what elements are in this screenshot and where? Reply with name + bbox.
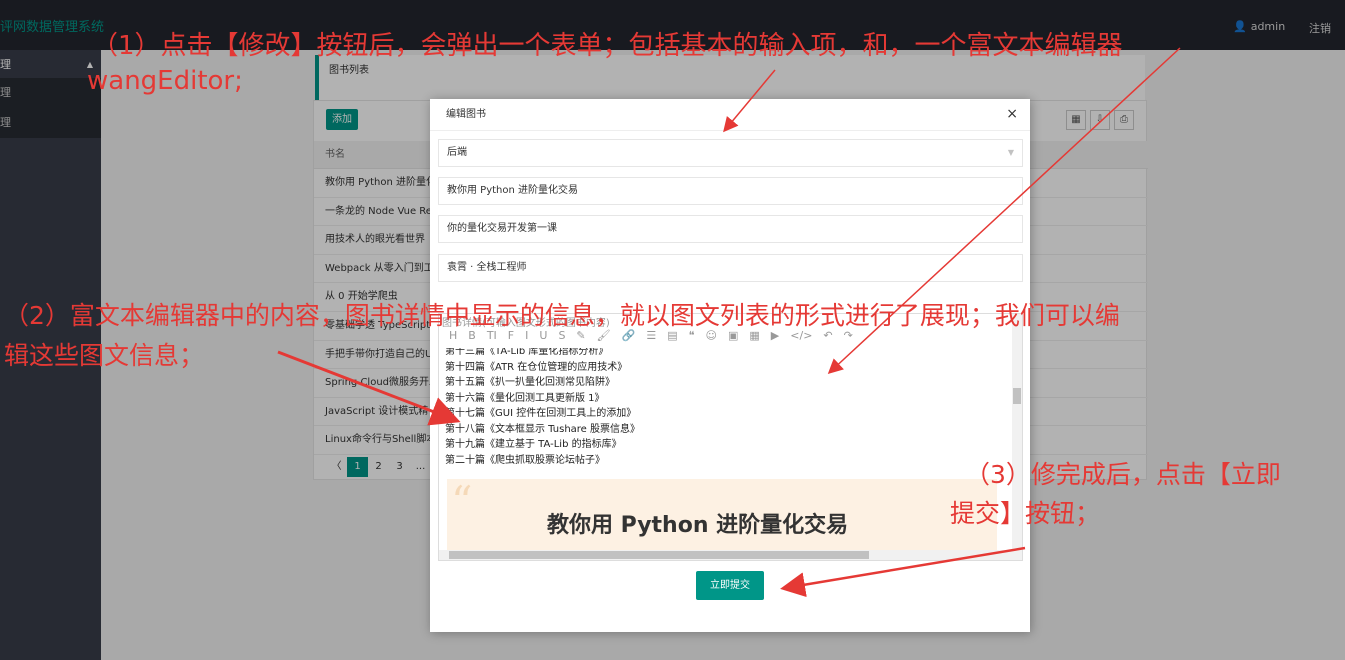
annotation-2-cont: 辑这些图文信息；: [4, 341, 205, 370]
scroll-thumb[interactable]: [449, 551, 869, 559]
banner-title: 教你用 Python 进阶量化交易: [547, 513, 849, 538]
rich-text-editor[interactable]: 图书详情(可输入图文形式的图书内容) H B TI F I U S ✎ 🖌 🔗 …: [438, 313, 1023, 561]
book-name-input[interactable]: 教你用 Python 进阶量化交易: [438, 177, 1023, 205]
subtitle-input[interactable]: 你的量化交易开发第一课: [438, 215, 1023, 243]
editor-line: 第十三篇《TA-Lib 库量化指标分析》: [445, 348, 609, 357]
close-icon[interactable]: ×: [1006, 107, 1018, 121]
category-value: 后端: [447, 147, 467, 158]
editor-line: 第十七篇《GUI 控件在回测工具上的添加》: [445, 408, 637, 419]
modal-title: 编辑图书: [430, 99, 1030, 131]
category-select[interactable]: 后端 ▼: [438, 139, 1023, 167]
annotation-3: （3）修完成后，点击【立即: [965, 460, 1281, 489]
editor-image-banner: “ 教你用 Python 进阶量化交易: [447, 477, 997, 558]
editor-line: 第十四篇《ATR 在仓位管理的应用技术》: [445, 361, 628, 373]
annotation-1-cont: wangEditor;: [87, 66, 243, 96]
editor-line: 第十九篇《建立基于 TA-Lib 的指标库》: [445, 439, 622, 450]
editor-content[interactable]: 第十三篇《TA-Lib 库量化指标分析》 第十四篇《ATR 在仓位管理的应用技术…: [439, 348, 1014, 558]
annotation-2: （2）富文本编辑器中的内容，图书详情中显示的信息，就以图文列表的形式进行了展现；…: [4, 301, 1120, 330]
chevron-down-icon: ▼: [1007, 148, 1014, 157]
annotation-3-cont: 提交】按钮；: [950, 499, 1101, 528]
annotation-1: （1）点击【修改】按钮后，会弹出一个表单；包括基本的输入项，和，一个富文本编辑器: [92, 31, 1123, 61]
quote-mark-icon: “: [451, 477, 473, 526]
author-input[interactable]: 袁霄 · 全栈工程师: [438, 254, 1023, 282]
editor-line: 第二十篇《爬虫抓取股票论坛帖子》: [445, 454, 605, 466]
submit-button[interactable]: 立即提交: [696, 571, 764, 600]
editor-line: 第十八篇《文本框显示 Tushare 股票信息》: [445, 423, 641, 435]
editor-horizontal-scrollbar[interactable]: [439, 550, 1014, 560]
editor-line: 第十五篇《扒一扒量化回测常见陷阱》: [445, 377, 615, 388]
scroll-thumb[interactable]: [1013, 388, 1021, 404]
edit-book-modal: 编辑图书 × 后端 ▼ 教你用 Python 进阶量化交易 你的量化交易开发第一…: [430, 99, 1030, 632]
editor-line: 第十六篇《量化回测工具更新版 1》: [445, 392, 605, 404]
